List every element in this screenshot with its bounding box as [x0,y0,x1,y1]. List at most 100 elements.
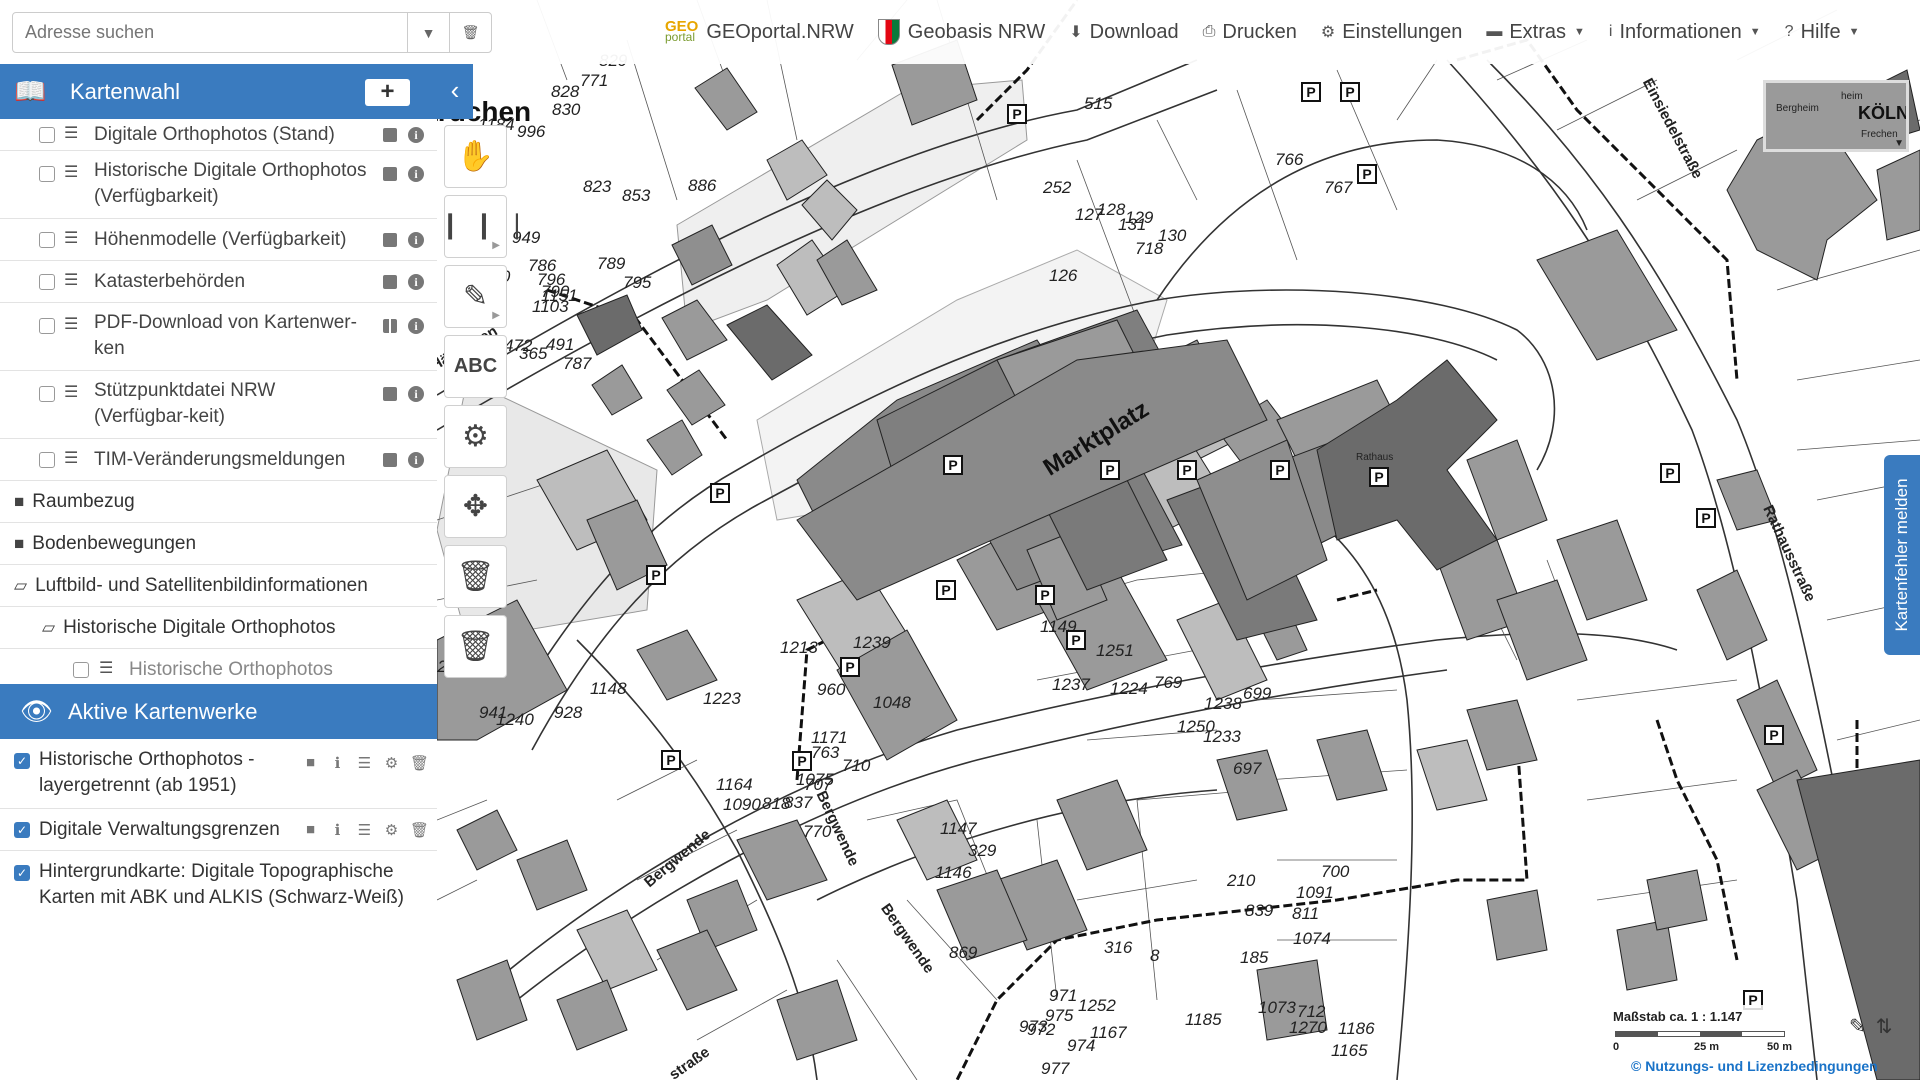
collapse-panel-button[interactable]: ‹ [437,64,473,119]
layer-item[interactable]: ☰ Stützpunktdatei NRW (Verfügbar-keit) i [0,371,437,439]
layer-checkbox[interactable] [39,166,55,182]
info-icon[interactable]: i [408,274,424,290]
info-icon[interactable]: ℹ [329,821,346,839]
trash-icon[interactable]: 🗑 [410,821,429,839]
nav-hilfe[interactable]: ? Hilfe ▼ [1785,21,1860,44]
nav-geobasis[interactable]: Geobasis NRW [877,19,1045,45]
move-tool-button[interactable]: ✥ [444,475,507,538]
active-layer-item[interactable]: ✓ Historische Orthophotos - layergetrenn… [0,739,437,809]
active-layer-checkbox[interactable]: ✓ [14,865,30,881]
text-tool-button[interactable]: ABC [444,335,507,398]
info-icon[interactable]: i [408,127,424,143]
report-map-error-tab[interactable]: Kartenfehler melden [1884,455,1920,655]
info-icon[interactable]: ℹ [329,754,346,772]
layer-label: Digitale Orthophotos (Stand) [94,124,335,145]
nav-geoportal[interactable]: GEO portal GEOportal.NRW [665,18,854,44]
parcel-number: 786 [528,256,557,275]
layer-item[interactable]: ☰ PDF-Download von Kartenwer-ken i [0,303,437,371]
grid-icon[interactable] [383,319,397,333]
caret-down-icon[interactable]: ▼ [1894,138,1904,149]
scale-bar: Maßstab ca. 1 : 1.147 0 25 m 50 m [1609,1005,1795,1057]
sort-icon[interactable]: ⇅ [1876,1014,1893,1039]
layers-icon: ☰ [64,450,79,467]
legend-icon[interactable] [383,233,397,247]
info-icon[interactable]: i [408,318,424,334]
print-icon: ⎙ [1202,23,1216,40]
measure-tool-button[interactable]: ▕▏▕▏▕ ▶ [433,195,518,258]
parcel-number: 1167 [1090,1023,1127,1042]
folder-historische-orthophotos[interactable]: ▱ Historische Digitale Orthophotos [0,607,437,649]
folder-raumbezug[interactable]: ■ Raumbezug [0,481,437,523]
layer-checkbox[interactable] [39,127,55,143]
parcel-number: 1147 [940,819,977,838]
parcel-number: 316 [1104,938,1133,957]
scale-tick-50: 50 m [1767,1041,1793,1053]
folder-luftbild[interactable]: ▱ Luftbild- und Satellitenbildinformatio… [0,565,437,607]
info-icon[interactable]: i [408,452,424,468]
add-layer-button[interactable]: + [365,79,410,106]
settings-tool-button[interactable]: ⚙ [444,405,507,468]
draw-tool-button[interactable]: ✎ ▶ [444,265,507,328]
parcel-number: 210 [1227,871,1256,890]
parcel-number: 365 [519,344,548,363]
trash-icon[interactable]: 🗑 [410,754,429,772]
search-clear-button[interactable]: 🗑 [449,13,491,52]
search-dropdown-button[interactable]: ▼ [407,13,449,52]
pan-tool-button[interactable]: ✋ [444,125,507,188]
active-layer-checkbox[interactable]: ✓ [14,822,30,838]
info-icon[interactable]: i [408,166,424,182]
parcel-number: 974 [1067,1036,1096,1055]
delete-all-tool-button[interactable]: 🗑 [444,615,507,678]
map-canvas[interactable]: Härdchen Marktplatz Einsiedelstraße Rath… [437,0,1920,1080]
legend-icon[interactable] [383,453,397,467]
parcel-number: 770 [803,822,832,841]
layer-item[interactable]: ☰ Katasterbehörden i [0,261,437,303]
layer-checkbox[interactable] [73,662,89,678]
legend-icon[interactable] [383,275,397,289]
parcel-number: 789 [597,254,626,273]
edit-icon[interactable]: ✎ [1849,1014,1866,1039]
layer-checkbox[interactable] [39,232,55,248]
address-search: ▼ 🗑 [12,12,492,53]
legend-icon[interactable] [383,128,397,142]
caret-down-icon: ▼ [1848,26,1860,38]
parking-marker: P [1369,467,1389,487]
parcel-number: 787 [563,354,592,373]
layer-item[interactable]: ☰ Höhenmodelle (Verfügbarkeit) i [0,219,437,261]
layer-item[interactable]: ☰ Digitale Orthophotos (Stand) i [0,119,437,151]
select-delete-tool-button[interactable]: 🗑 [444,545,507,608]
info-icon[interactable]: i [408,232,424,248]
address-search-input[interactable] [13,13,407,52]
license-link[interactable]: © Nutzungs- und Lizenzbedingungen [1631,1058,1878,1074]
active-layer-item[interactable]: ✓ Digitale Verwaltungsgrenzen ■ ℹ ☰ ⚙ 🗑 [0,809,437,851]
nav-download[interactable]: ⬇ Download [1069,21,1178,44]
layer-item[interactable]: ☰ Historische Orthophotos [0,649,437,684]
layer-checkbox[interactable] [39,386,55,402]
legend-icon[interactable] [383,387,397,401]
active-layer-checkbox[interactable]: ✓ [14,753,30,769]
layer-checkbox[interactable] [39,452,55,468]
list-icon[interactable]: ☰ [356,821,373,839]
layer-checkbox[interactable] [39,318,55,334]
nav-informationen[interactable]: i Informationen ▼ [1609,21,1761,44]
layer-item[interactable]: ☰ Historische Digitale Orthophotos (Verf… [0,151,437,219]
scale-title: Maßstab ca. 1 : 1.147 [1613,1009,1743,1024]
active-layer-item[interactable]: ✓ Hintergrundkarte: Digitale Topographis… [0,851,437,921]
gear-icon[interactable]: ⚙ [383,754,400,772]
layer-checkbox[interactable] [39,274,55,290]
info-icon[interactable]: i [408,386,424,402]
folder-bodenbewegungen[interactable]: ■ Bodenbewegungen [0,523,437,565]
list-icon[interactable]: ☰ [356,754,373,772]
overview-map[interactable]: heim Bergheim KÖLN Frechen ▼ [1763,80,1909,152]
geoportal-logo-icon: GEO portal [665,18,699,44]
legend-icon[interactable]: ■ [302,821,319,839]
nav-extras[interactable]: ▬ Extras ▼ [1486,21,1585,44]
legend-icon[interactable] [383,167,397,181]
nav-einstellungen[interactable]: ⚙ Einstellungen [1321,21,1462,44]
legend-icon[interactable]: ■ [302,754,319,772]
top-navigation: GEO portal GEOportal.NRW Geobasis NRW ⬇ D… [665,0,1883,64]
gear-icon[interactable]: ⚙ [383,821,400,839]
nav-drucken[interactable]: ⎙ Drucken [1203,21,1297,44]
layer-item[interactable]: ☰ TIM-Veränderungsmeldungen i [0,439,437,481]
parking-marker: P [661,750,681,770]
